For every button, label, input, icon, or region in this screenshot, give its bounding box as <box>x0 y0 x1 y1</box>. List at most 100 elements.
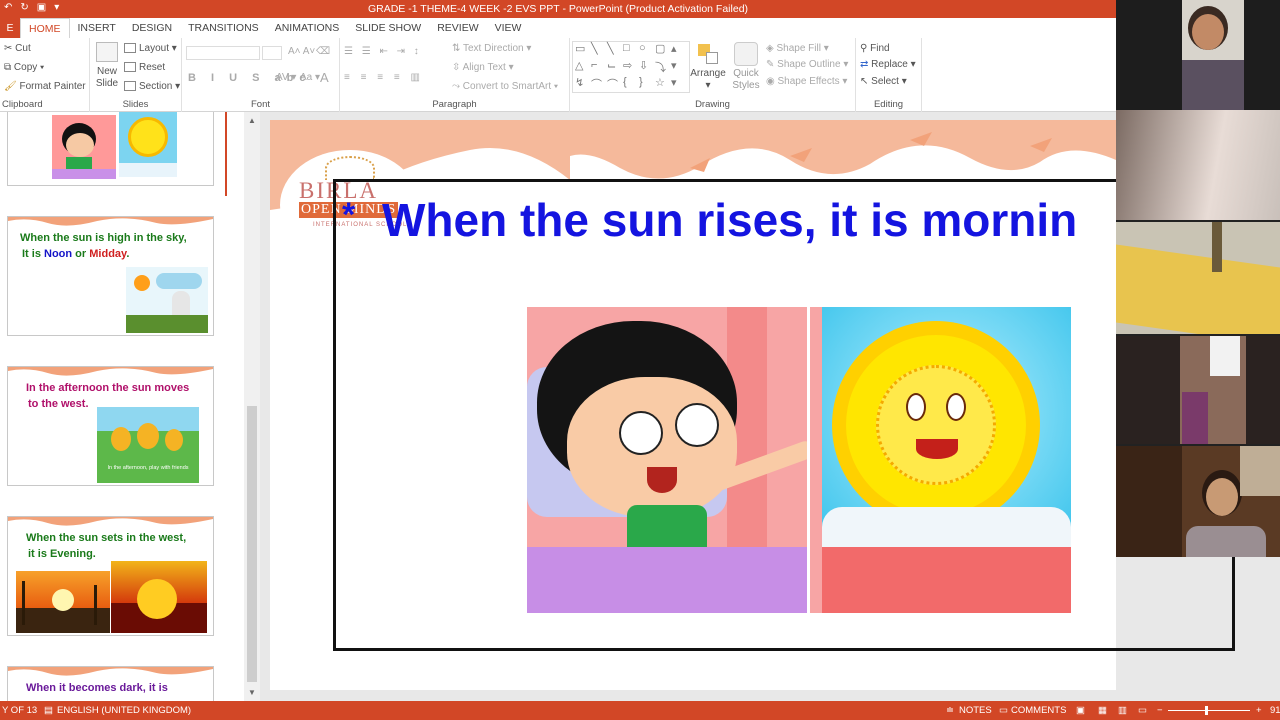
arrow-right-shape-icon[interactable]: ⇨ <box>623 59 639 76</box>
scroll-down-icon[interactable]: ▾ <box>671 59 687 76</box>
tab-slide-show[interactable]: SLIDE SHOW <box>347 18 429 38</box>
notes-button[interactable]: NOTES <box>959 705 992 716</box>
align-icons[interactable]: ≡ ≡ ≡ ≡ ▥ <box>344 72 424 83</box>
language-indicator[interactable]: ENGLISH (UNITED KINGDOM) <box>57 705 191 716</box>
cut-button[interactable]: ✂ Cut <box>4 43 31 54</box>
participant-video-2[interactable] <box>1116 110 1280 220</box>
find-button[interactable]: ⚲ Find <box>860 43 890 54</box>
new-slide-label: New Slide <box>95 66 119 89</box>
participant-video-1[interactable] <box>1116 0 1280 110</box>
slide-thumbnail-2[interactable]: When the sun is high in the sky, It is N… <box>7 216 214 336</box>
scroll-up-icon[interactable]: ▴ <box>671 42 687 59</box>
slide-thumbnail-5[interactable]: When it becomes dark, it is <box>7 666 214 701</box>
align-text-button[interactable]: ⇳ Align Text ▾ <box>452 62 514 73</box>
arc-shape-icon[interactable]: ⌒ <box>591 76 607 93</box>
brace-close-shape-icon[interactable]: } <box>639 76 655 93</box>
section-label: Section <box>139 81 173 92</box>
participant-video-3[interactable] <box>1116 222 1280 334</box>
slides-label: Slides <box>122 99 149 110</box>
tab-insert[interactable]: INSERT <box>70 18 124 38</box>
char-spacing-icon[interactable]: AV ▾ <box>276 72 296 83</box>
more-shapes-icon[interactable]: ▾ <box>671 76 687 93</box>
paint-bucket-icon: ◈ <box>766 43 777 54</box>
comments-button[interactable]: COMMENTS <box>1011 705 1066 716</box>
elbow-shape-icon[interactable]: ⌐ <box>591 59 607 76</box>
shape-effects-button[interactable]: ◉ Shape Effects ▾ <box>766 76 847 87</box>
format-painter-button[interactable]: 🖌 Format Painter <box>4 81 86 92</box>
change-case-icon[interactable]: Aa ▾ <box>300 72 320 83</box>
slide-thumbnail-1[interactable] <box>7 112 214 186</box>
tab-design[interactable]: DESIGN <box>124 18 180 38</box>
file-tab[interactable]: E <box>0 18 20 38</box>
textbox-shape-icon[interactable]: ▭ <box>575 42 591 59</box>
quick-styles-button[interactable]: Quick Styles <box>728 42 764 92</box>
rect-shape-icon[interactable]: □ <box>623 42 639 59</box>
scroll-down-arrow-icon[interactable]: ▼ <box>248 688 256 697</box>
oval-shape-icon[interactable]: ○ <box>639 42 655 59</box>
line-shape-icon[interactable]: ╲ <box>591 42 607 59</box>
arc2-shape-icon[interactable]: ⌒ <box>607 76 623 93</box>
slide-title[interactable]: When the sun rises, it is mornin <box>382 193 1077 247</box>
zoom-slider-thumb[interactable] <box>1205 706 1208 715</box>
zoom-out-icon[interactable]: − <box>1157 705 1163 716</box>
elbow2-shape-icon[interactable]: ⌙ <box>607 59 623 76</box>
tab-home[interactable]: HOME <box>20 17 70 39</box>
zoom-in-icon[interactable]: + <box>1256 705 1262 716</box>
participant-video-5[interactable] <box>1116 446 1280 557</box>
slide-thumbnail-3[interactable]: In the afternoon the sun moves to the we… <box>7 366 214 486</box>
spell-check-icon[interactable]: ▤ <box>44 705 53 716</box>
section-button[interactable]: Section ▾ <box>124 81 180 92</box>
reset-button[interactable]: Reset <box>124 62 165 73</box>
zoom-slider[interactable] <box>1168 710 1250 711</box>
text-direction-button[interactable]: ⇅ Text Direction ▾ <box>452 43 531 54</box>
font-name-combo[interactable] <box>186 46 260 60</box>
scrollbar-thumb[interactable] <box>247 406 257 682</box>
triangle-shape-icon[interactable]: △ <box>575 59 591 76</box>
arrange-button[interactable]: Arrange ▾ <box>690 42 726 92</box>
select-button[interactable]: ↖ Select ▾ <box>860 76 907 87</box>
normal-view-icon[interactable]: ▣ <box>1076 705 1085 716</box>
line2-shape-icon[interactable]: ╲ <box>607 42 623 59</box>
convert-smartart-button[interactable]: ⤳ Convert to SmartArt ▾ <box>452 81 558 92</box>
shape-fill-button[interactable]: ◈ Shape Fill ▾ <box>766 43 829 54</box>
clear-format-icon[interactable]: ⌫ <box>316 46 330 57</box>
font-color-icon[interactable]: A <box>320 70 329 85</box>
slideshow-view-icon[interactable]: ▭ <box>1138 705 1147 716</box>
zoom-level[interactable]: 91 <box>1270 705 1280 716</box>
thumb2-text-b: It is <box>22 248 45 260</box>
replace-icon: ⇄ <box>860 59 872 70</box>
participant-video-4[interactable] <box>1116 336 1280 444</box>
new-slide-icon <box>96 42 118 62</box>
tab-transitions[interactable]: TRANSITIONS <box>180 18 267 38</box>
tab-review[interactable]: REVIEW <box>429 18 486 38</box>
new-slide-button[interactable]: New Slide <box>92 42 122 90</box>
replace-button[interactable]: ⇄ Replace ▾ <box>860 59 916 70</box>
curve-shape-icon[interactable]: ↯ <box>575 76 591 93</box>
cut-label: Cut <box>15 43 31 54</box>
thumbnail-scrollbar[interactable]: ▲ ▼ <box>244 112 260 701</box>
slide-thumbnail-4[interactable]: When the sun sets in the west, it is Eve… <box>7 516 214 636</box>
notes-icon[interactable]: ≐ <box>946 705 954 716</box>
rounded-rect-shape-icon[interactable]: ▢ <box>655 42 671 59</box>
arrow-down-shape-icon[interactable]: ⇩ <box>639 59 655 76</box>
reading-view-icon[interactable]: ▥ <box>1118 705 1127 716</box>
shape-outline-button[interactable]: ✎ Shape Outline ▾ <box>766 59 848 70</box>
font-size-combo[interactable] <box>262 46 282 60</box>
brush-icon: 🖌 <box>4 81 17 92</box>
shapes-gallery[interactable]: ▭ ╲ ╲ □ ○ ▢ ▴ △ ⌐ ⌙ ⇨ ⇩ ⤵ ▾ ↯ ⌒ ⌒{} ☆ ▾ <box>572 41 690 93</box>
tab-animations[interactable]: ANIMATIONS <box>267 18 348 38</box>
connector-shape-icon[interactable]: ⤵ <box>655 59 671 76</box>
list-icons[interactable]: ☰ ☰ ⇤ ⇥ ↕ <box>344 46 422 57</box>
font-group: A˄ A˅ ⌫ B I U S abc AV ▾ Aa ▾ A Font <box>182 38 340 112</box>
grow-font-icon[interactable]: A˄ A˅ <box>288 46 315 57</box>
slide-sorter-icon[interactable]: ▦ <box>1098 705 1107 716</box>
comments-icon[interactable]: ▭ <box>999 705 1008 716</box>
tab-view[interactable]: VIEW <box>487 18 530 38</box>
scroll-up-arrow-icon[interactable]: ▲ <box>248 116 256 125</box>
star-shape-icon[interactable]: ☆ <box>655 76 671 93</box>
brace-open-shape-icon[interactable]: { <box>623 76 639 93</box>
copy-button[interactable]: ⧉ Copy ▾ <box>4 62 44 73</box>
layout-button[interactable]: Layout ▾ <box>124 43 177 54</box>
thumb2-line2: It is Noon or Midday. <box>22 247 129 262</box>
layout-icon <box>124 43 136 54</box>
